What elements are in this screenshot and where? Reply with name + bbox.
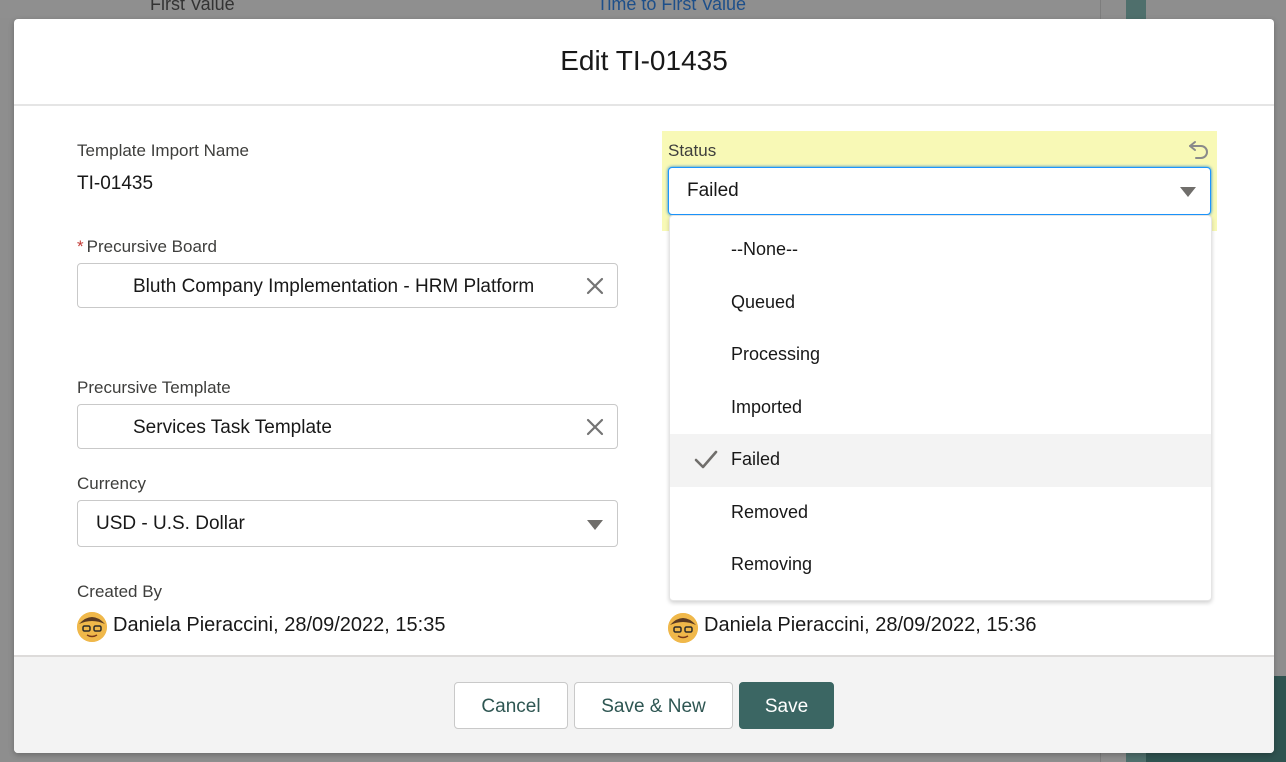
precursive-template-value: Services Task Template — [133, 417, 332, 438]
check-icon — [694, 449, 718, 471]
undo-icon[interactable] — [1187, 137, 1211, 161]
save-and-new-button[interactable]: Save & New — [574, 682, 733, 729]
save-button[interactable]: Save — [739, 682, 834, 729]
precursive-board-label-text: Precursive Board — [86, 237, 218, 256]
status-option[interactable]: Removed — [670, 487, 1211, 540]
precursive-board-label: * Precursive Board — [77, 237, 217, 257]
status-label: Status — [668, 141, 717, 160]
edit-modal: Edit TI-01435 Template Import Name TI-01… — [14, 19, 1274, 753]
last-modified-by-value[interactable]: Daniela Pieraccini, 28/09/2022, 15:36 — [704, 614, 1036, 637]
status-dropdown: --None-- Queued Processing Imported Fail… — [669, 215, 1212, 601]
clear-icon[interactable] — [585, 276, 605, 296]
chevron-down-icon — [1180, 187, 1196, 197]
modal-header: Edit TI-01435 — [14, 19, 1274, 106]
background-field-label: First Value — [150, 0, 235, 14]
background-header: First Value Time to First Value — [0, 0, 1100, 18]
precursive-board-value: Bluth Company Implementation - HRM Platf… — [133, 276, 535, 297]
precursive-template-label: Precursive Template — [77, 378, 231, 397]
option-label: Failed — [731, 449, 781, 469]
avatar[interactable] — [77, 612, 107, 642]
avatar[interactable] — [668, 613, 698, 643]
clear-icon[interactable] — [585, 417, 605, 437]
chevron-down-icon — [587, 520, 603, 530]
currency-select[interactable]: USD - U.S. Dollar — [77, 500, 618, 547]
option-label: --None-- — [731, 239, 799, 259]
status-option[interactable]: Processing — [670, 329, 1211, 382]
status-option[interactable]: --None-- — [670, 224, 1211, 277]
modal-footer: Cancel Save & New Save — [14, 655, 1274, 753]
created-by-value[interactable]: Daniela Pieraccini, 28/09/2022, 15:35 — [113, 614, 445, 637]
option-label: Removing — [731, 554, 813, 574]
option-label: Queued — [731, 292, 796, 312]
status-value: Failed — [687, 180, 739, 201]
modal-title: Edit TI-01435 — [560, 45, 728, 76]
status-option[interactable]: Removing — [670, 539, 1211, 592]
option-label: Imported — [731, 397, 803, 417]
created-by-label: Created By — [77, 582, 163, 601]
template-import-name-value: TI-01435 — [77, 173, 154, 194]
currency-value: USD - U.S. Dollar — [96, 513, 245, 534]
option-label: Removed — [731, 502, 809, 522]
template-import-name-label: Template Import Name — [77, 141, 249, 160]
status-option[interactable]: Queued — [670, 277, 1211, 330]
status-option[interactable]: Imported — [670, 382, 1211, 435]
option-label: Processing — [731, 344, 821, 364]
cancel-button[interactable]: Cancel — [454, 682, 568, 729]
precursive-board-lookup[interactable]: Bluth Company Implementation - HRM Platf… — [77, 263, 618, 308]
status-option-selected[interactable]: Failed — [670, 434, 1211, 487]
precursive-template-lookup[interactable]: Services Task Template — [77, 404, 618, 449]
required-indicator: * — [77, 237, 84, 256]
currency-label: Currency — [77, 474, 146, 493]
background-link: Time to First Value — [597, 0, 747, 14]
status-select[interactable]: Failed — [668, 167, 1211, 215]
